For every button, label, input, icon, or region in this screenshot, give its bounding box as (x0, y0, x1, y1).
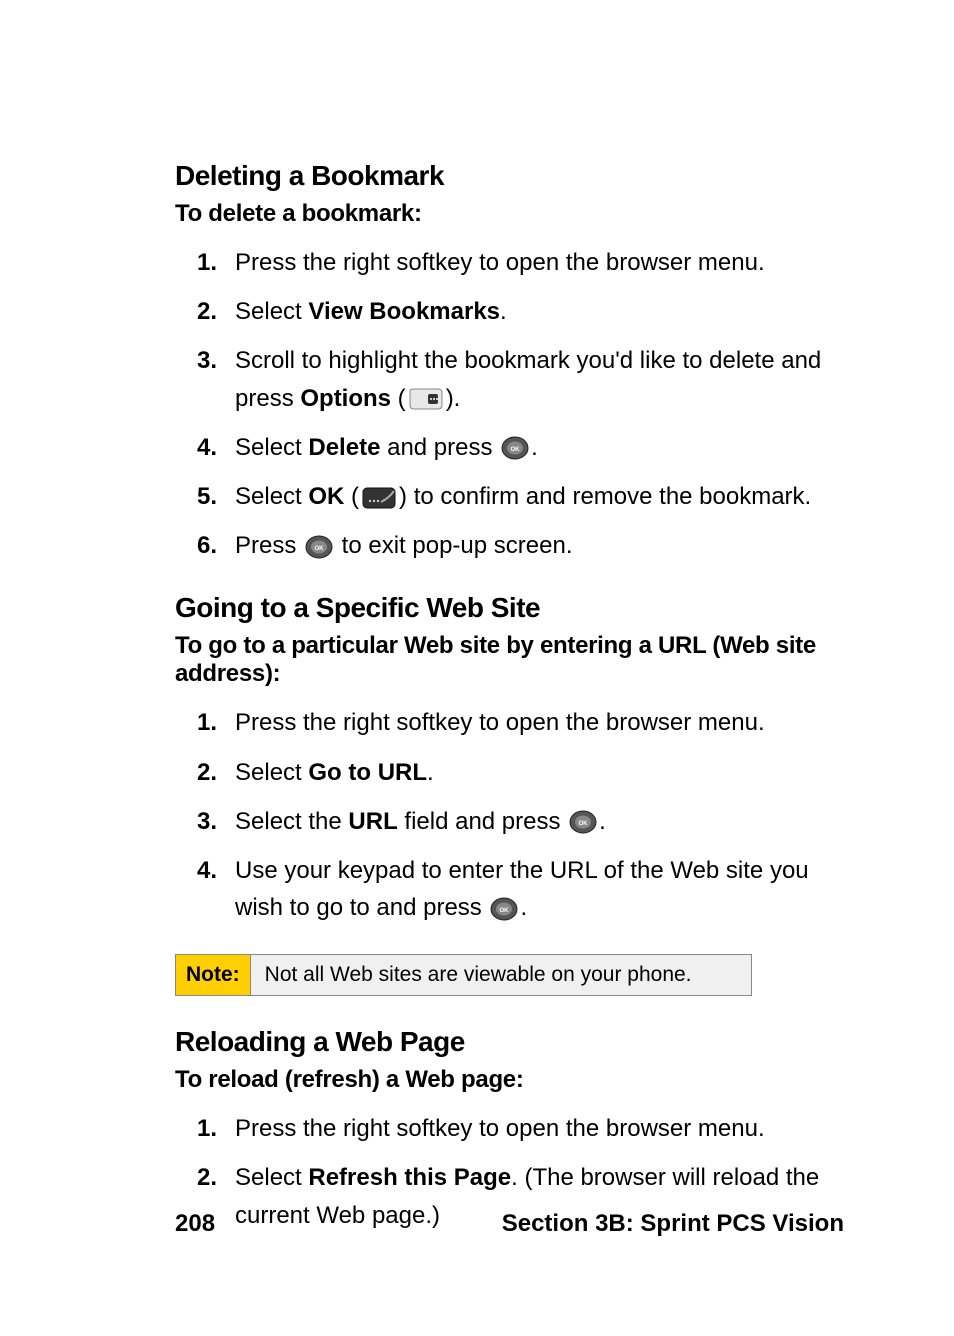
lead-reload: To reload (refresh) a Web page: (175, 1066, 844, 1094)
step-text: Select (235, 298, 308, 325)
ok-button-icon (569, 810, 597, 834)
step-number: 1. (175, 704, 217, 741)
list-item: 1. Press the right softkey to open the br… (175, 1110, 844, 1147)
step-number: 2. (175, 754, 217, 791)
steps-delete-bookmark: 1. Press the right softkey to open the br… (175, 244, 844, 564)
step-number: 3. (175, 803, 217, 840)
step-body: Scroll to highlight the bookmark you'd l… (235, 342, 844, 416)
step-text: Select the (235, 808, 348, 835)
list-item: 3. Scroll to highlight the bookmark you'd… (175, 342, 844, 416)
page-footer: 208 Section 3B: Sprint PCS Vision (175, 1210, 844, 1238)
step-number: 6. (175, 527, 217, 564)
list-item: 5. Select OK ( ) to confirm and remove the… (175, 478, 844, 515)
heading-goto-site: Going to a Specific Web Site (175, 592, 844, 624)
list-item: 2. Select View Bookmarks. (175, 293, 844, 330)
step-body: Use your keypad to enter the URL of the … (235, 852, 844, 926)
list-item: 1. Press the right softkey to open the br… (175, 244, 844, 281)
step-number: 5. (175, 478, 217, 515)
note-text: Not all Web sites are viewable on your p… (251, 955, 751, 995)
step-bold-text: View Bookmarks (308, 298, 500, 325)
step-body: Press to exit pop-up screen. (235, 527, 844, 564)
step-bold-text: Refresh this Page (308, 1164, 511, 1191)
step-bold-text: Go to URL (308, 759, 427, 786)
step-text: . (500, 298, 507, 325)
step-body: Press the right softkey to open the brow… (235, 704, 844, 741)
step-text: Press the right softkey to open the brow… (235, 249, 765, 276)
right-softkey-icon (408, 387, 444, 411)
step-number: 3. (175, 342, 217, 379)
step-text: ). (446, 385, 461, 412)
note-box: Note: Not all Web sites are viewable on … (175, 954, 752, 996)
lead-goto-site: To go to a particular Web site by enteri… (175, 632, 844, 688)
ok-button-icon (490, 897, 518, 921)
ok-button-icon (305, 535, 333, 559)
step-text: Press the right softkey to open the brow… (235, 1115, 765, 1142)
steps-goto-site: 1. Press the right softkey to open the br… (175, 704, 844, 926)
heading-reload: Reloading a Web Page (175, 1026, 844, 1058)
step-body: Select View Bookmarks. (235, 293, 844, 330)
step-text: Select (235, 434, 308, 461)
step-text: and press (380, 434, 499, 461)
step-number: 1. (175, 244, 217, 281)
step-text: Press (235, 532, 303, 559)
step-text: Press the right softkey to open the brow… (235, 709, 765, 736)
heading-delete-bookmark: Deleting a Bookmark (175, 160, 844, 192)
step-number: 2. (175, 1159, 217, 1196)
note-label: Note: (176, 955, 251, 995)
step-text: to exit pop-up screen. (335, 532, 572, 559)
step-body: Press the right softkey to open the brow… (235, 1110, 844, 1147)
step-number: 1. (175, 1110, 217, 1147)
step-text: Select (235, 1164, 308, 1191)
step-body: Select Delete and press . (235, 429, 844, 466)
step-body: Press the right softkey to open the brow… (235, 244, 844, 281)
step-bold-text: Delete (308, 434, 380, 461)
step-text: . (531, 434, 538, 461)
list-item: 6. Press to exit pop-up screen. (175, 527, 844, 564)
list-item: 2. Select Go to URL. (175, 754, 844, 791)
step-text: Select (235, 483, 308, 510)
step-body: Select the URL field and press . (235, 803, 844, 840)
step-text: Select (235, 759, 308, 786)
step-text: . (599, 808, 606, 835)
step-text: . (427, 759, 434, 786)
step-text: ( (344, 483, 359, 510)
ok-button-icon (501, 436, 529, 460)
page-number: 208 (175, 1210, 215, 1238)
step-bold-text: OK (308, 483, 344, 510)
step-number: 4. (175, 852, 217, 889)
step-number: 2. (175, 293, 217, 330)
lead-delete-bookmark: To delete a bookmark: (175, 200, 844, 228)
list-item: 4. Select Delete and press . (175, 429, 844, 466)
page-content: Deleting a Bookmark To delete a bookmark… (0, 0, 954, 1336)
step-number: 4. (175, 429, 217, 466)
section-label: Section 3B: Sprint PCS Vision (502, 1210, 844, 1238)
step-text: ) to confirm and remove the bookmark. (399, 483, 811, 510)
left-softkey-icon (361, 486, 397, 510)
list-item: 1. Press the right softkey to open the br… (175, 704, 844, 741)
step-text: . (520, 894, 527, 921)
step-bold-text: Options (300, 385, 391, 412)
step-body: Select OK ( ) to confirm and remove the b… (235, 478, 844, 515)
step-text: ( (391, 385, 406, 412)
step-text: field and press (398, 808, 567, 835)
list-item: 3. Select the URL field and press . (175, 803, 844, 840)
list-item: 4. Use your keypad to enter the URL of th… (175, 852, 844, 926)
step-bold-text: URL (348, 808, 397, 835)
step-body: Select Go to URL. (235, 754, 844, 791)
